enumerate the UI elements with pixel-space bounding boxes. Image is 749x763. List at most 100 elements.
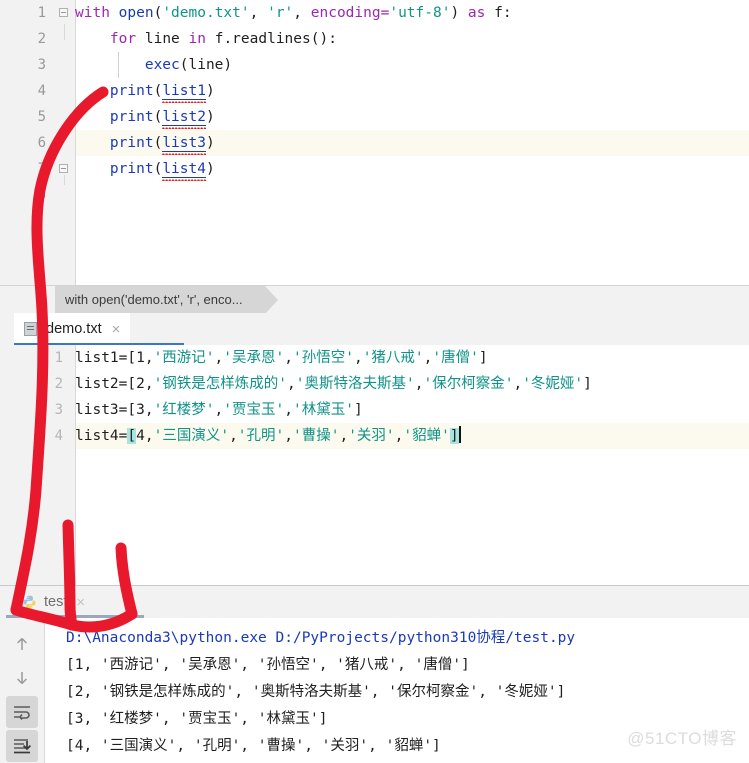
code-token: 'demo.txt' — [162, 5, 250, 21]
line-number: 4 — [37, 83, 46, 99]
code-token: , — [293, 5, 311, 21]
line-number: 3 — [54, 402, 63, 418]
scroll-to-end-icon — [14, 739, 32, 754]
breadcrumb-item[interactable]: with open('demo.txt', 'r', enco... — [55, 286, 278, 314]
code-token: ) — [205, 161, 215, 177]
breadcrumb-label: with open('demo.txt', 'r', enco... — [65, 292, 243, 307]
code-token: ( — [153, 161, 163, 177]
code-token: ) — [205, 83, 215, 99]
text-caret — [458, 426, 461, 443]
comma: , — [214, 350, 224, 366]
editor-demo-txt[interactable]: 1 2 3 4 list1=[1,'西游记','吴承恩','孙悟空','猪八戒'… — [0, 345, 749, 585]
fold-marker-icon[interactable] — [59, 8, 68, 17]
arrow-up-icon — [17, 637, 27, 650]
close-icon[interactable]: × — [112, 322, 121, 337]
run-tab-test[interactable]: test × — [14, 586, 93, 618]
list-assignment-prefix: list2=[2, — [75, 376, 154, 392]
code-token: list2 — [162, 109, 206, 126]
code-token: list1 — [162, 83, 206, 100]
code-token: ) — [450, 5, 468, 21]
comma: , — [353, 350, 363, 366]
fold-connector — [64, 24, 65, 40]
console-output-line: [2, '钢铁是怎样炼成的', '奥斯特洛夫斯基', '保尔柯察金', '冬妮娅… — [66, 684, 566, 700]
code-token: ) — [205, 135, 215, 151]
string-literal: '贾宝玉' — [223, 402, 285, 418]
string-literal: '保尔柯察金' — [423, 376, 514, 392]
code-token: for — [109, 31, 137, 47]
line-number: 3 — [37, 57, 46, 73]
code-line: with open('demo.txt', 'r', encoding='utf… — [75, 0, 749, 26]
closing-bracket: ] — [449, 428, 459, 444]
closing-bracket: ] — [478, 350, 488, 366]
code-line: exec(line) — [75, 52, 749, 78]
code-token: encoding — [310, 5, 381, 21]
scroll-down-button[interactable] — [6, 662, 38, 694]
string-literal: '吴承恩' — [223, 350, 285, 366]
comma: , — [214, 402, 224, 418]
soft-wrap-button[interactable] — [6, 696, 38, 728]
code-line: print(list3) — [75, 130, 749, 156]
code-token: open — [118, 5, 154, 21]
string-literal: '奥斯特洛夫斯基' — [295, 376, 415, 392]
arrow-down-icon — [17, 672, 27, 685]
line-number: 8 — [37, 187, 46, 203]
string-literal: '孙悟空' — [292, 350, 354, 366]
scroll-to-end-button[interactable] — [6, 730, 38, 762]
code-token: list3 — [162, 135, 206, 152]
editor-gutter-bottom[interactable]: 1 2 3 4 — [0, 345, 75, 585]
tab-demo-txt[interactable]: demo.txt × — [14, 313, 131, 345]
line-number: 1 — [54, 350, 63, 366]
code-token: ( — [153, 5, 163, 21]
code-line: list2=[2,'钢铁是怎样炼成的','奥斯特洛夫斯基','保尔柯察金','冬… — [75, 371, 749, 397]
string-literal: '红楼梦' — [153, 402, 215, 418]
code-token: ( — [153, 109, 163, 125]
comma: , — [229, 428, 238, 444]
editor-gutter-top[interactable]: 1 2 3 4 5 6 7 8 — [0, 0, 55, 285]
line-number: 5 — [37, 109, 46, 125]
soft-wrap-icon — [14, 706, 30, 720]
editor-tab-bar[interactable]: demo.txt × — [0, 313, 749, 345]
scroll-up-button[interactable] — [6, 628, 38, 660]
code-token: f: — [485, 5, 512, 21]
code-token: print — [109, 135, 154, 151]
code-line: list3=[3,'红楼梦','贾宝玉','林黛玉'] — [75, 397, 749, 423]
line-number: 6 — [37, 135, 46, 151]
code-line: print(list1) — [75, 78, 749, 104]
line-number: 2 — [37, 31, 46, 47]
run-tool-tab-bar[interactable]: test × — [0, 586, 749, 618]
code-token: print — [109, 109, 154, 125]
string-literal: '冬妮娅' — [522, 376, 584, 392]
list-assignment-prefix: list4=[4, — [75, 428, 154, 444]
string-literal: '貂蝉' — [403, 428, 450, 444]
code-token: print — [109, 83, 154, 99]
watermark: @51CTO博客 — [627, 729, 737, 748]
line-number: 2 — [54, 376, 63, 392]
closing-bracket: ] — [583, 376, 592, 392]
string-literal: '钢铁是怎样炼成的' — [153, 376, 288, 392]
fold-gutter[interactable] — [55, 0, 75, 285]
run-tab-label: test — [44, 594, 68, 610]
editor-test-py[interactable]: 1 2 3 4 5 6 7 8 with open('demo.txt', 'r… — [0, 0, 749, 285]
code-line: for line in f.readlines(): — [75, 26, 749, 52]
comma: , — [513, 376, 523, 392]
comma: , — [284, 402, 293, 418]
code-text-bottom[interactable]: list1=[1,'西游记','吴承恩','孙悟空','猪八戒','唐僧'] li… — [75, 345, 749, 585]
close-icon[interactable]: × — [76, 595, 85, 610]
console-toolbar[interactable] — [0, 618, 45, 763]
fold-marker-icon[interactable] — [59, 164, 68, 173]
code-token: list4 — [162, 161, 206, 178]
string-literal: '关羽' — [348, 428, 395, 444]
matching-bracket-highlight: [ — [127, 428, 137, 444]
line-number: 4 — [54, 428, 63, 444]
comma: , — [284, 428, 293, 444]
string-literal: '唐僧' — [432, 350, 479, 366]
code-line: print(list4) — [75, 156, 749, 182]
code-text-top[interactable]: with open('demo.txt', 'r', encoding='utf… — [75, 0, 749, 285]
code-token: print — [109, 161, 154, 177]
code-token: f.readlines(): — [205, 31, 337, 47]
